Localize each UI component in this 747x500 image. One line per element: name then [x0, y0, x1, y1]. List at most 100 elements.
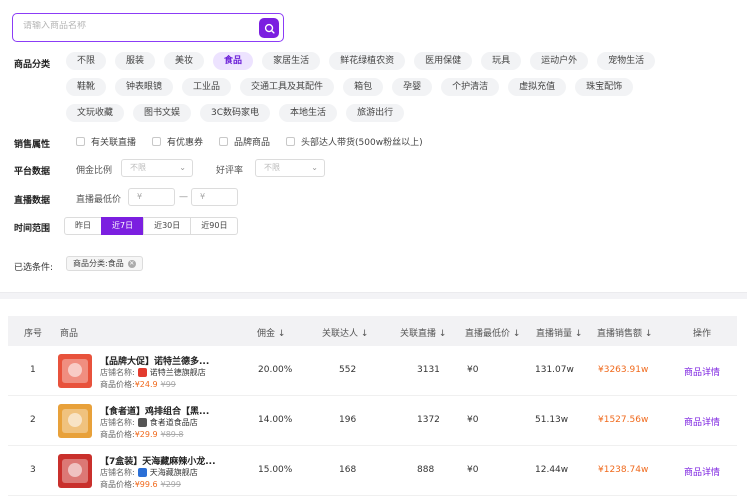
sales-checkbox[interactable]: 有关联直播: [76, 135, 136, 148]
product-detail-link[interactable]: 商品详情: [684, 465, 720, 478]
time-option[interactable]: 近90日: [190, 217, 239, 235]
time-range-label: 时间范围: [14, 224, 51, 234]
th-sales-label: 直播销量: [536, 329, 573, 339]
row-index: 2: [30, 415, 36, 425]
store-info: 店铺名称: 天海藏旗舰店: [100, 467, 198, 478]
category-chips: 不限 服装 美妆 食品 家居生活 鲜花绿植农资 医用保健 玩具 运动户外 宠物生活鞋靴 钟表眼镜 工业…: [66, 52, 706, 130]
category-chip[interactable]: 家居生活: [262, 52, 321, 70]
category-chip[interactable]: 不限: [66, 52, 107, 70]
th-min-price-label: 直播最低价: [465, 329, 511, 339]
category-chip[interactable]: 旅游出行: [346, 104, 405, 122]
product-name[interactable]: 【品牌大促】诺特兰德多...: [100, 354, 209, 367]
th-sales[interactable]: 直播销量 ↓: [536, 326, 582, 339]
category-chip[interactable]: 交通工具及其配件: [240, 78, 335, 96]
product-thumbnail[interactable]: [58, 454, 92, 488]
sort-icon: ↓: [574, 329, 583, 339]
lives-value: 3131: [417, 365, 440, 375]
category-chip[interactable]: 医用保健: [414, 52, 473, 70]
price-label: 商品价格:: [100, 380, 135, 389]
category-chip[interactable]: 3C数码家电: [200, 104, 271, 122]
category-chip[interactable]: 本地生活: [279, 104, 338, 122]
store-logo-icon: [137, 468, 147, 477]
category-chip[interactable]: 玩具: [481, 52, 522, 70]
chevron-down-icon: ⌄: [311, 163, 318, 172]
category-chip[interactable]: 虚拟充值: [508, 78, 567, 96]
checkbox-box[interactable]: [286, 137, 296, 146]
th-influencers[interactable]: 关联达人 ↓: [322, 326, 368, 339]
th-min-price[interactable]: 直播最低价 ↓: [465, 326, 520, 339]
price-from-placeholder: ¥: [137, 192, 143, 201]
rating-select[interactable]: 不限 ⌄: [255, 159, 325, 177]
current-price: ¥24.9: [134, 380, 158, 389]
sales-attr-label: 销售属性: [14, 140, 51, 150]
category-chip[interactable]: 钟表眼镜: [115, 78, 174, 96]
time-option[interactable]: 近30日: [143, 217, 192, 235]
category-chip[interactable]: 个护清洁: [441, 78, 500, 96]
category-chip[interactable]: 服装: [115, 52, 156, 70]
product-detail-link[interactable]: 商品详情: [684, 365, 720, 378]
search-button[interactable]: [259, 18, 279, 38]
th-revenue[interactable]: 直播销售额 ↓: [597, 326, 652, 339]
sort-icon: ↓: [360, 329, 369, 339]
chevron-down-icon: ⌄: [179, 163, 186, 172]
th-commission[interactable]: 佣金 ↓: [257, 326, 285, 339]
category-chip[interactable]: 文玩收藏: [66, 104, 125, 122]
revenue-value: ¥1238.74w: [598, 465, 649, 475]
category-label: 商品分类: [14, 60, 51, 70]
influencers-value: 552: [339, 365, 357, 375]
store-name[interactable]: 食者道食品店: [150, 417, 198, 428]
checkbox-box[interactable]: [152, 137, 162, 146]
checkbox-box[interactable]: [219, 137, 229, 146]
sales-checkbox[interactable]: 有优惠券: [152, 135, 203, 148]
time-option[interactable]: 近7日: [101, 217, 145, 235]
sales-checkbox-label: 头部达人带货(500w粉丝以上): [301, 138, 423, 148]
lives-value: 1372: [417, 415, 440, 425]
category-chip[interactable]: 珠宝配饰: [575, 78, 634, 96]
category-chip[interactable]: 食品: [213, 52, 254, 70]
search-input[interactable]: [23, 21, 243, 31]
category-chip[interactable]: 鲜花绿植农资: [329, 52, 406, 70]
product-name[interactable]: 【食者道】鸡排组合【黑...: [100, 404, 209, 417]
sales-checkbox-label: 有优惠券: [167, 138, 204, 148]
category-chip[interactable]: 箱包: [343, 78, 384, 96]
original-price: ¥89.8: [160, 430, 184, 439]
store-name[interactable]: 诺特兰德旗舰店: [150, 367, 206, 378]
sales-checkbox[interactable]: 品牌商品: [219, 135, 270, 148]
th-product: 商品: [60, 329, 79, 339]
rating-select-value: 不限: [264, 163, 280, 172]
commission-value: 15.00%: [258, 465, 293, 475]
sort-icon: ↓: [644, 329, 653, 339]
min-price-value: ¥0: [467, 415, 479, 425]
time-option[interactable]: 昨日: [64, 217, 102, 235]
category-chip[interactable]: 美妆: [164, 52, 205, 70]
category-chip[interactable]: 鞋靴: [66, 78, 107, 96]
store-name[interactable]: 天海藏旗舰店: [150, 467, 198, 478]
sales-value: 51.13w: [535, 415, 569, 425]
commission-select[interactable]: 不限 ⌄: [121, 159, 193, 177]
price-to-input[interactable]: ¥: [191, 188, 238, 206]
time-range-toggle: 昨日 近7日 近30日 近90日: [64, 217, 239, 235]
sales-checkbox-label: 品牌商品: [234, 138, 271, 148]
close-icon[interactable]: ✕: [127, 259, 136, 268]
product-name[interactable]: 【7盒装】天海藏麻辣小龙...: [100, 454, 216, 467]
sales-checkbox[interactable]: 头部达人带货(500w粉丝以上): [286, 135, 423, 148]
store-label: 店铺名称:: [100, 418, 135, 427]
price-from-input[interactable]: ¥: [128, 188, 175, 206]
table-row: 3 【7盒装】天海藏麻辣小龙... 店铺名称: 天海藏旗舰店 商品价格:¥99.6 ¥29…: [8, 446, 737, 496]
th-action: 操作: [693, 329, 712, 339]
selected-tag[interactable]: 商品分类:食品 ✕: [66, 256, 143, 271]
selected-conditions-label: 已选条件:: [14, 263, 54, 273]
checkbox-box[interactable]: [76, 137, 85, 146]
revenue-value: ¥3263.91w: [598, 365, 649, 375]
store-label: 店铺名称:: [100, 368, 135, 377]
category-chip[interactable]: 孕婴: [392, 78, 433, 96]
category-chip[interactable]: 宠物生活: [597, 52, 656, 70]
product-thumbnail[interactable]: [58, 354, 92, 388]
category-chip[interactable]: 运动户外: [530, 52, 589, 70]
product-detail-link[interactable]: 商品详情: [684, 415, 720, 428]
th-lives[interactable]: 关联直播 ↓: [400, 326, 446, 339]
product-thumbnail[interactable]: [58, 404, 92, 438]
selected-tag-label: 商品分类:食品: [73, 259, 124, 268]
category-chip[interactable]: 工业品: [182, 78, 232, 96]
category-chip[interactable]: 图书文娱: [133, 104, 192, 122]
